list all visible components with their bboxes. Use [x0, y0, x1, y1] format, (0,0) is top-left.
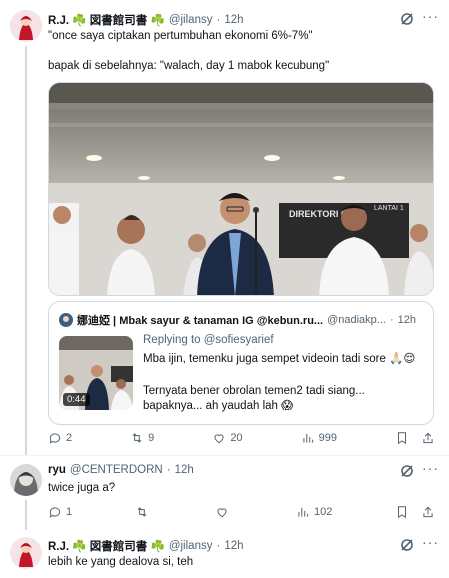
more-icon[interactable]: ···	[422, 534, 439, 550]
quote-avatar	[59, 313, 73, 327]
tweet-photo[interactable]: DIREKTORI G LANTAI 1	[48, 82, 434, 296]
tweet-actions: 1 102	[48, 503, 435, 521]
author-handle[interactable]: @CENTERDORN	[70, 464, 163, 476]
like-icon	[214, 434, 224, 444]
author-name[interactable]: R.J. ☘️ 図書館司書 ☘️	[48, 12, 165, 28]
repost-icon	[132, 433, 142, 443]
grok-icon[interactable]	[400, 538, 414, 552]
author-name[interactable]: ryu	[48, 464, 66, 476]
thread-line	[25, 46, 27, 456]
like-button[interactable]	[215, 505, 233, 519]
quote-tweet[interactable]: 娜迪婭 | Mbak sayur & tanaman IG @kebun.ru.…	[48, 301, 434, 425]
more-icon[interactable]: ···	[422, 460, 439, 476]
tweet-text: twice juga a?	[48, 482, 116, 494]
tweet-2[interactable]: ryu @CENTERDORN · 12h ··· twice juga a? …	[0, 456, 449, 530]
tweet-actions: 2 9 20 999	[48, 429, 435, 447]
author-name[interactable]: R.J. ☘️ 図書館司書 ☘️	[48, 538, 165, 554]
avatar[interactable]	[10, 10, 42, 42]
reply-count: 1	[66, 506, 73, 518]
quote-header: 娜迪婭 | Mbak sayur & tanaman IG @kebun.ru.…	[59, 312, 416, 328]
quote-text-line-1: Mba ijin, temenku juga sempet videoin ta…	[143, 353, 416, 365]
avatar[interactable]	[10, 537, 42, 569]
repost-icon	[137, 507, 147, 517]
bookmark-icon[interactable]	[395, 505, 409, 519]
views-count: 999	[318, 432, 337, 444]
tweet-text: lebih ke yang dealova si, teh	[48, 556, 194, 568]
timestamp[interactable]: 12h	[224, 14, 243, 26]
reply-button[interactable]: 1	[48, 505, 72, 519]
like-icon	[217, 508, 227, 518]
tweet-header: R.J. ☘️ 図書館司書 ☘️ @jilansy · 12h	[48, 12, 244, 28]
views-count: 102	[314, 506, 333, 518]
repost-button[interactable]	[135, 505, 153, 519]
bookmark-share-group	[395, 505, 435, 519]
reply-icon	[49, 433, 61, 444]
share-icon[interactable]	[421, 505, 435, 519]
reply-count: 2	[66, 432, 73, 444]
tweet-text-line-2: bapak di sebelahnya: "walach, day 1 mabo…	[48, 60, 330, 72]
quote-author-name[interactable]: 娜迪婭 | Mbak sayur & tanaman IG @kebun.ru.…	[77, 312, 323, 328]
quote-video-thumbnail[interactable]: 0:44	[59, 336, 133, 410]
quote-author-handle[interactable]: @nadiakp...	[327, 314, 386, 326]
share-icon[interactable]	[421, 431, 435, 445]
tweet-header: ryu @CENTERDORN · 12h	[48, 464, 194, 476]
author-handle[interactable]: @jilansy	[169, 540, 213, 552]
quote-text-line-3: bapaknya... ah yaudah lah 😱	[143, 400, 294, 412]
quote-replying-to[interactable]: Replying to @sofiesyarief	[143, 333, 274, 348]
quote-timestamp: 12h	[397, 314, 416, 326]
avatar[interactable]	[10, 464, 42, 496]
more-icon[interactable]: ···	[422, 8, 439, 24]
bookmark-icon[interactable]	[395, 431, 409, 445]
views-icon	[298, 507, 309, 517]
timestamp[interactable]: 12h	[224, 540, 243, 552]
repost-button[interactable]: 9	[130, 431, 154, 445]
views-button[interactable]: 102	[296, 505, 332, 519]
tweet-header: R.J. ☘️ 図書館司書 ☘️ @jilansy · 12h	[48, 538, 244, 554]
reply-button[interactable]: 2	[48, 431, 72, 445]
grok-icon[interactable]	[400, 12, 414, 26]
video-duration: 0:44	[63, 393, 90, 406]
quote-text-line-2: Ternyata bener obrolan temen2 tadi siang…	[143, 385, 365, 397]
tweet-3[interactable]: R.J. ☘️ 図書館司書 ☘️ @jilansy · 12h ··· lebi…	[0, 529, 449, 578]
reply-icon	[49, 507, 61, 518]
grok-icon[interactable]	[400, 464, 414, 478]
author-handle[interactable]: @jilansy	[169, 14, 213, 26]
views-button[interactable]: 999	[301, 431, 337, 445]
tweet-1[interactable]: R.J. ☘️ 図書館司書 ☘️ @jilansy · 12h ··· "onc…	[0, 0, 449, 456]
views-icon	[303, 433, 313, 443]
like-button[interactable]: 20	[212, 431, 243, 445]
timestamp[interactable]: 12h	[175, 464, 194, 476]
repost-count: 9	[148, 432, 155, 444]
media-sign-text: DIREKTORI G	[289, 209, 348, 219]
tweet-text-line-1: "once saya ciptakan pertumbuhan ekonomi …	[48, 30, 313, 42]
bookmark-share-group	[395, 431, 435, 445]
media-sign-text-2: LANTAI 1	[374, 205, 404, 212]
like-count: 20	[230, 432, 243, 444]
thread-line	[25, 500, 27, 530]
